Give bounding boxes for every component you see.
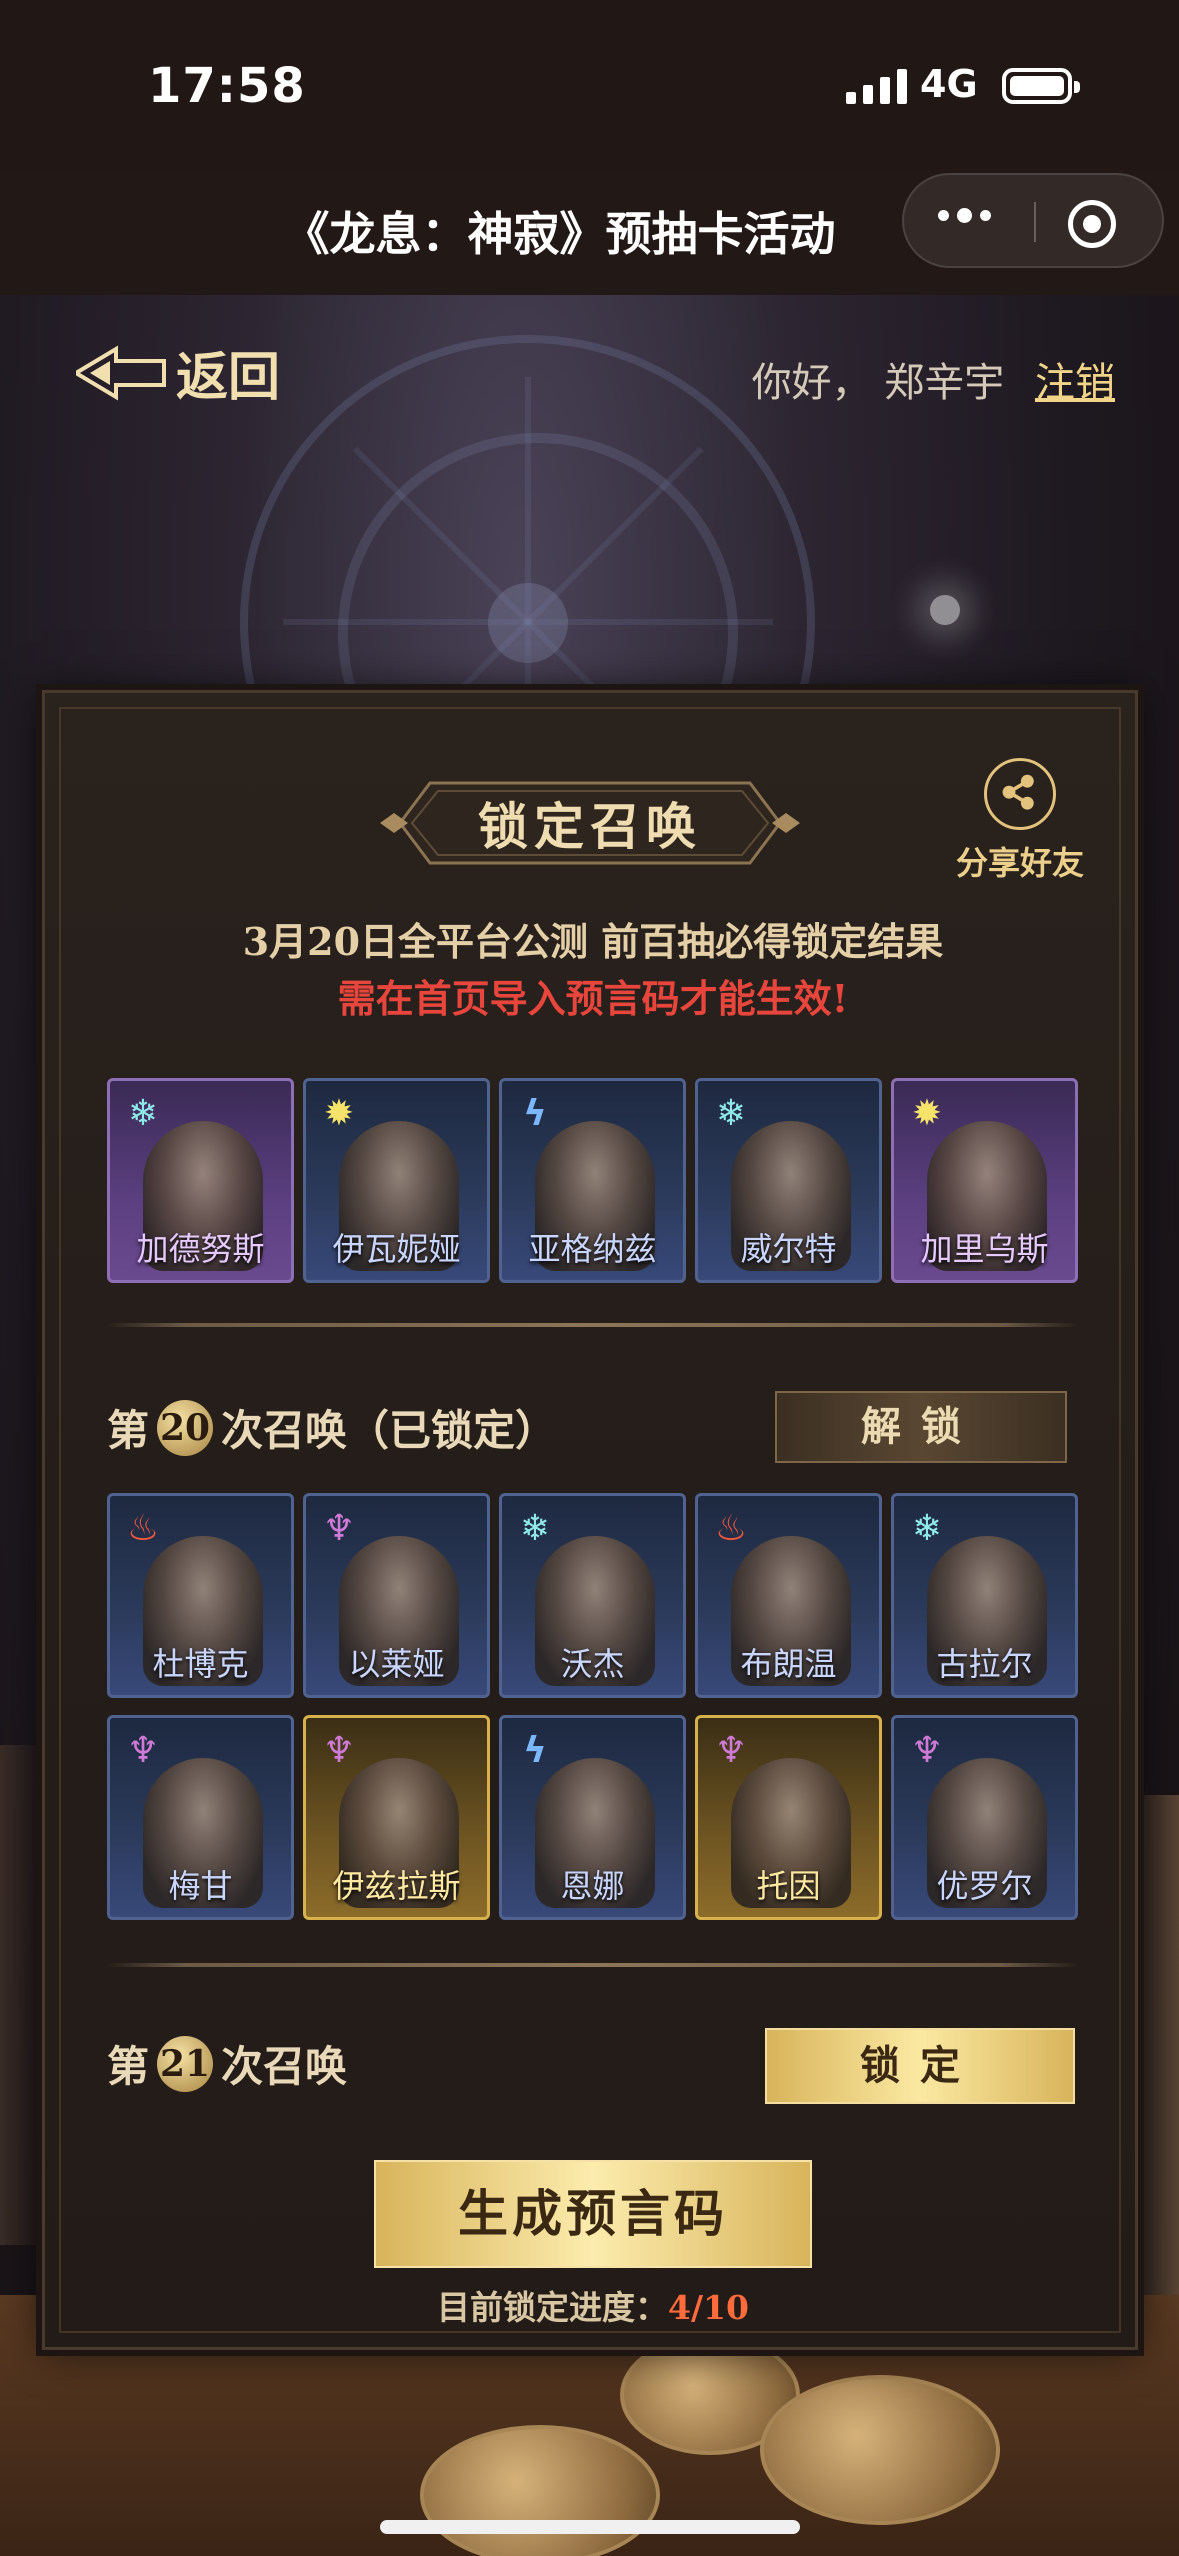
bolt-element-icon: ϟ: [523, 1730, 547, 1771]
greeting-text: 你好， 郑辛宇: [751, 360, 1005, 406]
hero-card[interactable]: ϟ 亚格纳兹: [499, 1078, 686, 1283]
panel-title: 锁定召唤: [478, 797, 702, 856]
lock-button[interactable]: 锁定: [765, 2028, 1075, 2104]
round-20-label: 第 20 次召唤（已锁定）: [107, 1397, 557, 1458]
ice-element-icon: ❄: [519, 1508, 551, 1549]
hero-card[interactable]: ❄ 沃杰: [499, 1493, 686, 1698]
hero-name: 伊瓦妮娅: [332, 1230, 461, 1268]
hero-name: 杜博克: [152, 1645, 249, 1683]
ice-element-icon: ❄: [127, 1093, 159, 1134]
generate-code-button[interactable]: 生成预言码: [374, 2160, 812, 2268]
hero-name: 威尔特: [740, 1230, 837, 1268]
hero-name: 古拉尔: [936, 1645, 1033, 1683]
close-miniprogram-icon[interactable]: [1068, 200, 1116, 248]
hero-name: 恩娜: [560, 1867, 625, 1905]
import-warning: 需在首页导入预言码才能生效!: [337, 976, 849, 1021]
round-20-cards-row2: ♆ 梅甘 ♆ 伊兹拉斯 ϟ 恩娜 ♆ 托因 ♆ 优罗尔: [107, 1715, 1078, 1920]
hero-name: 以莱娅: [348, 1645, 445, 1683]
bolt-element-icon: ϟ: [523, 1093, 547, 1134]
back-label: 返回: [176, 347, 281, 408]
section-divider: [107, 1323, 1079, 1327]
share-label: 分享好友: [955, 844, 1084, 882]
lock-progress: 目前锁定进度：4/10: [437, 2288, 749, 2327]
hero-card[interactable]: ❄ 威尔特: [695, 1078, 882, 1283]
ice-element-icon: ❄: [715, 1093, 747, 1134]
round-20-cards-row1: ♨ 杜博克 ♆ 以莱娅 ❄ 沃杰 ♨ 布朗温 ❄ 古拉尔: [107, 1493, 1078, 1698]
hero-card[interactable]: ♆ 梅甘: [107, 1715, 294, 1920]
hero-name: 加里乌斯: [920, 1230, 1049, 1268]
fire-element-icon: ♨: [714, 1508, 748, 1549]
demon-element-icon: ♆: [126, 1730, 160, 1771]
hero-card[interactable]: ❄ 加德努斯: [107, 1078, 294, 1283]
network-label: 4G: [920, 62, 978, 106]
round-number-badge: 20: [157, 1399, 214, 1456]
battery-icon: [1002, 68, 1080, 104]
round-21-label: 第 21 次召唤: [107, 2033, 347, 2094]
hero-card[interactable]: ♆ 托因: [695, 1715, 882, 1920]
hero-card[interactable]: ✹ 加里乌斯: [891, 1078, 1078, 1283]
demon-element-icon: ♆: [714, 1730, 748, 1771]
hero-card[interactable]: ❄ 古拉尔: [891, 1493, 1078, 1698]
launch-notice: 3月20日全平台公测 前百抽必得锁定结果: [242, 919, 944, 964]
sun-element-icon: ✹: [323, 1093, 355, 1134]
hero-name: 梅甘: [168, 1867, 233, 1905]
demon-element-icon: ♆: [322, 1730, 356, 1771]
sun-element-icon: ✹: [911, 1093, 943, 1134]
hero-name: 托因: [756, 1867, 821, 1905]
signal-icon: [846, 68, 907, 104]
hero-name: 优罗尔: [936, 1867, 1033, 1905]
miniprogram-capsule: [902, 173, 1164, 268]
hero-name: 亚格纳兹: [528, 1230, 657, 1268]
home-indicator: [380, 2520, 800, 2534]
miniprogram-header: 《龙息：神寂》预抽卡活动: [0, 170, 1179, 295]
hero-card[interactable]: ♆ 伊兹拉斯: [303, 1715, 490, 1920]
demon-element-icon: ♆: [322, 1508, 356, 1549]
round-number-badge: 21: [157, 2035, 214, 2092]
more-icon[interactable]: [938, 208, 991, 223]
unlock-button[interactable]: 解锁: [775, 1391, 1067, 1463]
back-arrow-icon: [76, 344, 166, 401]
hero-card[interactable]: ♆ 以莱娅: [303, 1493, 490, 1698]
hero-name: 伊兹拉斯: [332, 1867, 461, 1905]
featured-heroes: ❄ 加德努斯 ✹ 伊瓦妮娅 ϟ 亚格纳兹 ❄ 威尔特 ✹ 加里乌斯: [107, 1078, 1078, 1283]
lock-summon-panel: 锁定召唤 分享好友 3月20日全平台公测 前百抽必得锁定结果 需在首页导入预言码…: [42, 690, 1138, 2350]
hero-name: 加德努斯: [136, 1230, 265, 1268]
hero-card[interactable]: ϟ 恩娜: [499, 1715, 686, 1920]
status-time: 17:58: [148, 58, 306, 114]
fire-element-icon: ♨: [126, 1508, 160, 1549]
user-greeting: 你好， 郑辛宇 注销: [752, 350, 1115, 408]
hero-card[interactable]: ♆ 优罗尔: [891, 1715, 1078, 1920]
demon-element-icon: ♆: [910, 1730, 944, 1771]
hero-card[interactable]: ♨ 杜博克: [107, 1493, 294, 1698]
hero-card[interactable]: ✹ 伊瓦妮娅: [303, 1078, 490, 1283]
ice-element-icon: ❄: [911, 1508, 943, 1549]
hero-card[interactable]: ♨ 布朗温: [695, 1493, 882, 1698]
section-divider: [107, 1963, 1079, 1967]
back-button[interactable]: 返回: [76, 335, 280, 410]
status-bar: 17:58 4G: [0, 0, 1179, 170]
logout-link[interactable]: 注销: [1035, 360, 1115, 406]
hero-name: 沃杰: [560, 1645, 625, 1683]
share-button[interactable]: 分享好友: [945, 758, 1095, 884]
hero-name: 布朗温: [740, 1645, 837, 1683]
progress-value: 4/10: [668, 2288, 749, 2327]
share-icon: [984, 758, 1056, 830]
